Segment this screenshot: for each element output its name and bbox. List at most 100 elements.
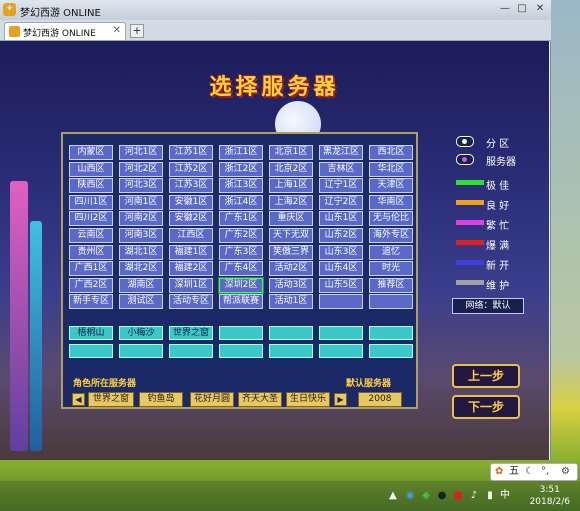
tray-language-icon[interactable]: 中 xyxy=(500,491,510,501)
character-slot[interactable] xyxy=(369,326,413,340)
server-button[interactable]: 北京2区 xyxy=(269,162,313,177)
character-slot[interactable] xyxy=(219,344,263,358)
tray-app-icon[interactable]: ■ xyxy=(453,491,463,501)
server-button[interactable]: 推荐区 xyxy=(369,278,413,293)
server-button[interactable]: 辽宁1区 xyxy=(319,178,363,193)
minimize-button[interactable]: — xyxy=(497,3,513,16)
server-button[interactable]: 江苏3区 xyxy=(169,178,213,193)
network-selector[interactable]: 网络：默认 xyxy=(452,298,524,314)
recent-server-button[interactable]: 钓鱼岛 xyxy=(139,392,183,407)
server-button[interactable]: 广西1区 xyxy=(69,261,113,276)
server-button[interactable]: 山西区 xyxy=(69,162,113,177)
server-button[interactable]: 黑龙江区 xyxy=(319,145,363,160)
server-button[interactable]: 山东5区 xyxy=(319,278,363,293)
server-button[interactable]: 山东2区 xyxy=(319,228,363,243)
server-button[interactable]: 江苏1区 xyxy=(169,145,213,160)
server-button[interactable]: 天津区 xyxy=(369,178,413,193)
recent-next-arrow[interactable]: ▶ xyxy=(334,393,347,406)
server-button[interactable]: 河北3区 xyxy=(119,178,163,193)
server-button[interactable]: 活动1区 xyxy=(269,294,313,309)
server-button[interactable]: 测试区 xyxy=(119,294,163,309)
character-slot[interactable] xyxy=(319,344,363,358)
character-slot[interactable]: 梧桐山 xyxy=(69,326,113,340)
server-button[interactable]: 山东4区 xyxy=(319,261,363,276)
server-button[interactable]: 内蒙区 xyxy=(69,145,113,160)
server-button[interactable]: 广东2区 xyxy=(219,228,263,243)
server-button[interactable]: 西北区 xyxy=(369,145,413,160)
server-button[interactable]: 海外专区 xyxy=(369,228,413,243)
character-slot[interactable] xyxy=(169,344,213,358)
next-step-button[interactable]: 下一步 xyxy=(452,395,520,419)
tray-network-icon[interactable]: ▮ xyxy=(485,491,495,501)
server-button[interactable]: 福建1区 xyxy=(169,245,213,260)
server-button[interactable]: 华南区 xyxy=(369,195,413,210)
server-button[interactable]: 河南1区 xyxy=(119,195,163,210)
server-button[interactable]: 湖北2区 xyxy=(119,261,163,276)
default-server-value[interactable]: 2008 xyxy=(358,392,402,407)
character-slot[interactable] xyxy=(119,344,163,358)
server-button[interactable]: 上海1区 xyxy=(269,178,313,193)
server-button[interactable]: 山东1区 xyxy=(319,211,363,226)
character-slot[interactable]: 小梅沙 xyxy=(119,326,163,340)
maximize-button[interactable]: □ xyxy=(514,3,530,16)
close-button[interactable]: ✕ xyxy=(532,3,548,16)
server-button[interactable]: 笑傲三界 xyxy=(269,245,313,260)
server-button[interactable]: 帮派联赛 xyxy=(219,294,263,309)
server-button[interactable]: 天下无双 xyxy=(269,228,313,243)
server-button[interactable]: 活动专区 xyxy=(169,294,213,309)
server-button[interactable]: 吉林区 xyxy=(319,162,363,177)
prev-step-button[interactable]: 上一步 xyxy=(452,364,520,388)
server-button[interactable]: 河北2区 xyxy=(119,162,163,177)
server-button[interactable]: 北京1区 xyxy=(269,145,313,160)
server-button[interactable]: 上海2区 xyxy=(269,195,313,210)
character-slot[interactable] xyxy=(369,344,413,358)
server-button[interactable]: 活动3区 xyxy=(269,278,313,293)
server-button[interactable]: 浙江1区 xyxy=(219,145,263,160)
title-bar[interactable]: ✦ 梦幻西游 ONLINE — □ ✕ xyxy=(0,0,551,20)
character-slot[interactable]: 世界之窗 xyxy=(169,326,213,340)
server-button[interactable]: 山东3区 xyxy=(319,245,363,260)
system-clock[interactable]: 3:51 2018/2/6 xyxy=(530,484,570,508)
tray-volume-icon[interactable]: ♪ xyxy=(469,491,479,501)
server-button[interactable]: 贵州区 xyxy=(69,245,113,260)
character-slot[interactable] xyxy=(219,326,263,340)
ime-toolbar[interactable]: ✿ 五 ☾ °, ⚙ xyxy=(490,463,578,481)
character-slot[interactable] xyxy=(319,326,363,340)
server-button[interactable]: 浙江2区 xyxy=(219,162,263,177)
recent-server-button[interactable]: 生日快乐 xyxy=(286,392,330,407)
server-button[interactable]: 湖南区 xyxy=(119,278,163,293)
server-button[interactable]: 时光 xyxy=(369,261,413,276)
server-button[interactable]: 江西区 xyxy=(169,228,213,243)
server-button[interactable]: 河南2区 xyxy=(119,211,163,226)
server-button[interactable]: 浙江3区 xyxy=(219,178,263,193)
server-button[interactable]: 福建2区 xyxy=(169,261,213,276)
server-button[interactable]: 广东3区 xyxy=(219,245,263,260)
tab-game[interactable]: 梦幻西游 ONLINE ✕ xyxy=(4,22,126,40)
recent-server-button[interactable]: 齐天大圣 xyxy=(238,392,282,407)
server-button[interactable]: 活动2区 xyxy=(269,261,313,276)
server-button[interactable]: 深圳1区 xyxy=(169,278,213,293)
server-button[interactable]: 广东4区 xyxy=(219,261,263,276)
server-button[interactable]: 无与伦比 xyxy=(369,211,413,226)
server-button[interactable]: 河北1区 xyxy=(119,145,163,160)
server-button[interactable]: 广东1区 xyxy=(219,211,263,226)
tray-expand-icon[interactable]: ▲ xyxy=(388,491,398,501)
tab-close-icon[interactable]: ✕ xyxy=(113,25,121,36)
tray-qq-icon[interactable]: ● xyxy=(437,491,447,501)
recent-server-button[interactable]: 世界之窗 xyxy=(88,392,134,407)
recent-prev-arrow[interactable]: ◀ xyxy=(72,393,85,406)
server-button[interactable]: 江苏2区 xyxy=(169,162,213,177)
server-button[interactable]: 广西2区 xyxy=(69,278,113,293)
server-button[interactable]: 深圳2区 xyxy=(219,278,263,293)
server-button[interactable]: 追忆 xyxy=(369,245,413,260)
character-slot[interactable] xyxy=(269,344,313,358)
server-button[interactable]: 四川2区 xyxy=(69,211,113,226)
server-button[interactable]: 湖北1区 xyxy=(119,245,163,260)
character-slot[interactable] xyxy=(69,344,113,358)
server-button[interactable]: 河南3区 xyxy=(119,228,163,243)
server-button[interactable]: 安徽2区 xyxy=(169,211,213,226)
character-slot[interactable] xyxy=(269,326,313,340)
server-button[interactable]: 云南区 xyxy=(69,228,113,243)
server-button[interactable]: 华北区 xyxy=(369,162,413,177)
server-button[interactable]: 陕西区 xyxy=(69,178,113,193)
